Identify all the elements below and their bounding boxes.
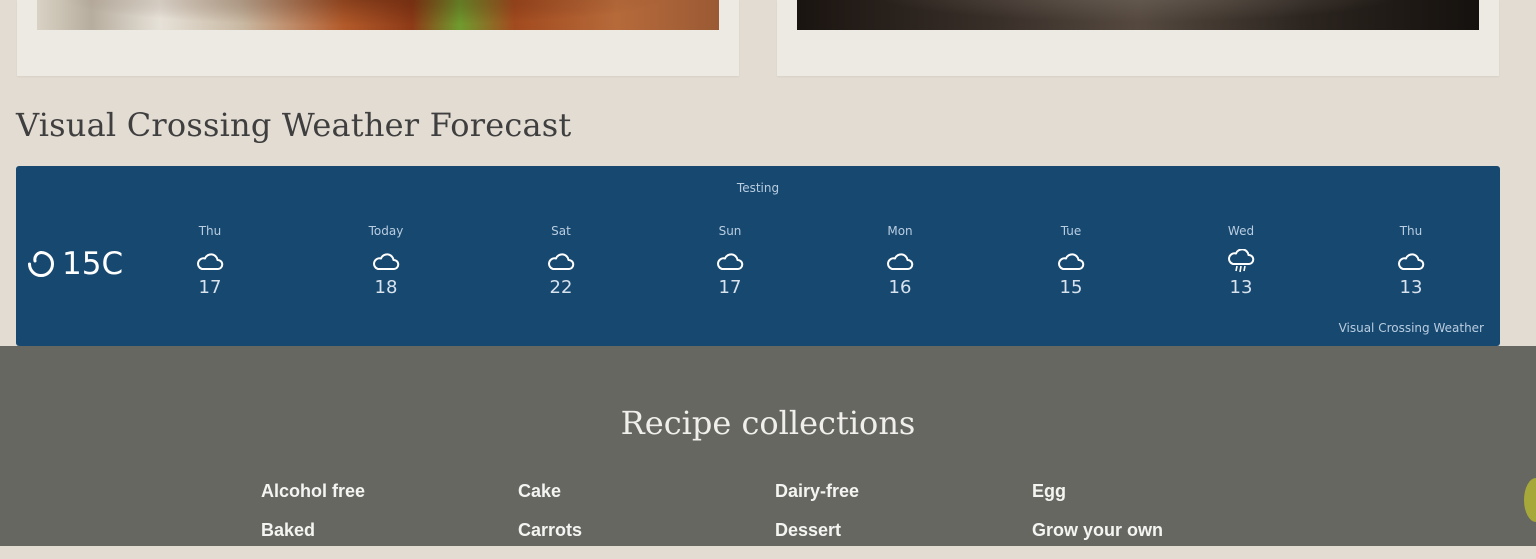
day-temperature: 17 (198, 277, 222, 298)
collection-item: Cake (518, 481, 582, 520)
cloud-icon (717, 253, 744, 270)
day-label: Thu (198, 224, 222, 238)
cloud-icon (373, 253, 400, 270)
forecast-day: Mon 16 (855, 224, 945, 298)
recipe-card[interactable] (777, 0, 1499, 76)
collection-column: Egg Grow your own (1032, 481, 1163, 559)
collection-item: Alcohol free (261, 481, 365, 520)
collection-item: Dairy-free (775, 481, 859, 520)
collection-item: Egg (1032, 481, 1163, 520)
day-temperature: 18 (374, 277, 398, 298)
collection-link[interactable]: Cake (518, 481, 561, 501)
day-label: Tue (1060, 224, 1082, 238)
collection-link[interactable]: Dairy-free (775, 481, 859, 501)
day-label: Thu (1399, 224, 1423, 238)
collection-column: Cake Carrots (518, 481, 582, 559)
recipe-card[interactable] (17, 0, 739, 76)
collection-item: Carrots (518, 520, 582, 559)
cloud-icon (548, 253, 575, 270)
rain-cloud-icon (1228, 249, 1255, 273)
forecast-day: Today 18 (341, 224, 431, 298)
day-label: Sat (551, 224, 571, 238)
day-temperature: 15 (1059, 277, 1083, 298)
recipe-image[interactable] (797, 0, 1479, 30)
cloud-icon (197, 253, 224, 270)
collection-item: Baked (261, 520, 365, 559)
day-label: Today (368, 224, 404, 238)
widget-title: Testing (736, 181, 780, 195)
day-temperature: 13 (1229, 277, 1253, 298)
forecast-heading: Visual Crossing Weather Forecast (16, 106, 572, 144)
partly-moon-icon (28, 251, 54, 277)
collection-column: Alcohol free Baked (261, 481, 365, 559)
forecast-day: Thu 13 (1366, 224, 1456, 298)
forecast-day: Sun 17 (685, 224, 775, 298)
collection-item: Dessert (775, 520, 859, 559)
forecast-day: Tue 15 (1026, 224, 1116, 298)
current-temperature: 15C (62, 246, 124, 282)
day-label: Wed (1227, 224, 1255, 238)
collection-link[interactable]: Baked (261, 520, 315, 540)
collections-heading: Recipe collections (620, 404, 916, 442)
site-footer (0, 346, 1536, 546)
collection-link[interactable]: Carrots (518, 520, 582, 540)
forecast-day: Sat 22 (516, 224, 606, 298)
collection-link[interactable]: Grow your own (1032, 520, 1163, 540)
collection-item: Grow your own (1032, 520, 1163, 559)
cloud-icon (1058, 253, 1085, 270)
collection-link[interactable]: Egg (1032, 481, 1066, 501)
widget-credit[interactable]: Visual Crossing Weather (1339, 321, 1484, 335)
recipe-image[interactable] (37, 0, 719, 30)
cloud-icon (887, 253, 914, 270)
weather-widget: Testing 15C Thu 17 Today 18 Sat 22 Sun 17 Mon 16 T… (16, 166, 1500, 346)
collection-link[interactable]: Dessert (775, 520, 841, 540)
forecast-day: Wed 13 (1196, 224, 1286, 298)
collection-link[interactable]: Alcohol free (261, 481, 365, 501)
day-label: Mon (887, 224, 913, 238)
current-weather: 15C (26, 246, 123, 282)
day-temperature: 13 (1399, 277, 1423, 298)
forecast-day: Thu 17 (165, 224, 255, 298)
day-label: Sun (718, 224, 742, 238)
day-temperature: 22 (549, 277, 573, 298)
day-temperature: 16 (888, 277, 912, 298)
cloud-icon (1398, 253, 1425, 270)
collection-column: Dairy-free Dessert (775, 481, 859, 559)
day-temperature: 17 (718, 277, 742, 298)
